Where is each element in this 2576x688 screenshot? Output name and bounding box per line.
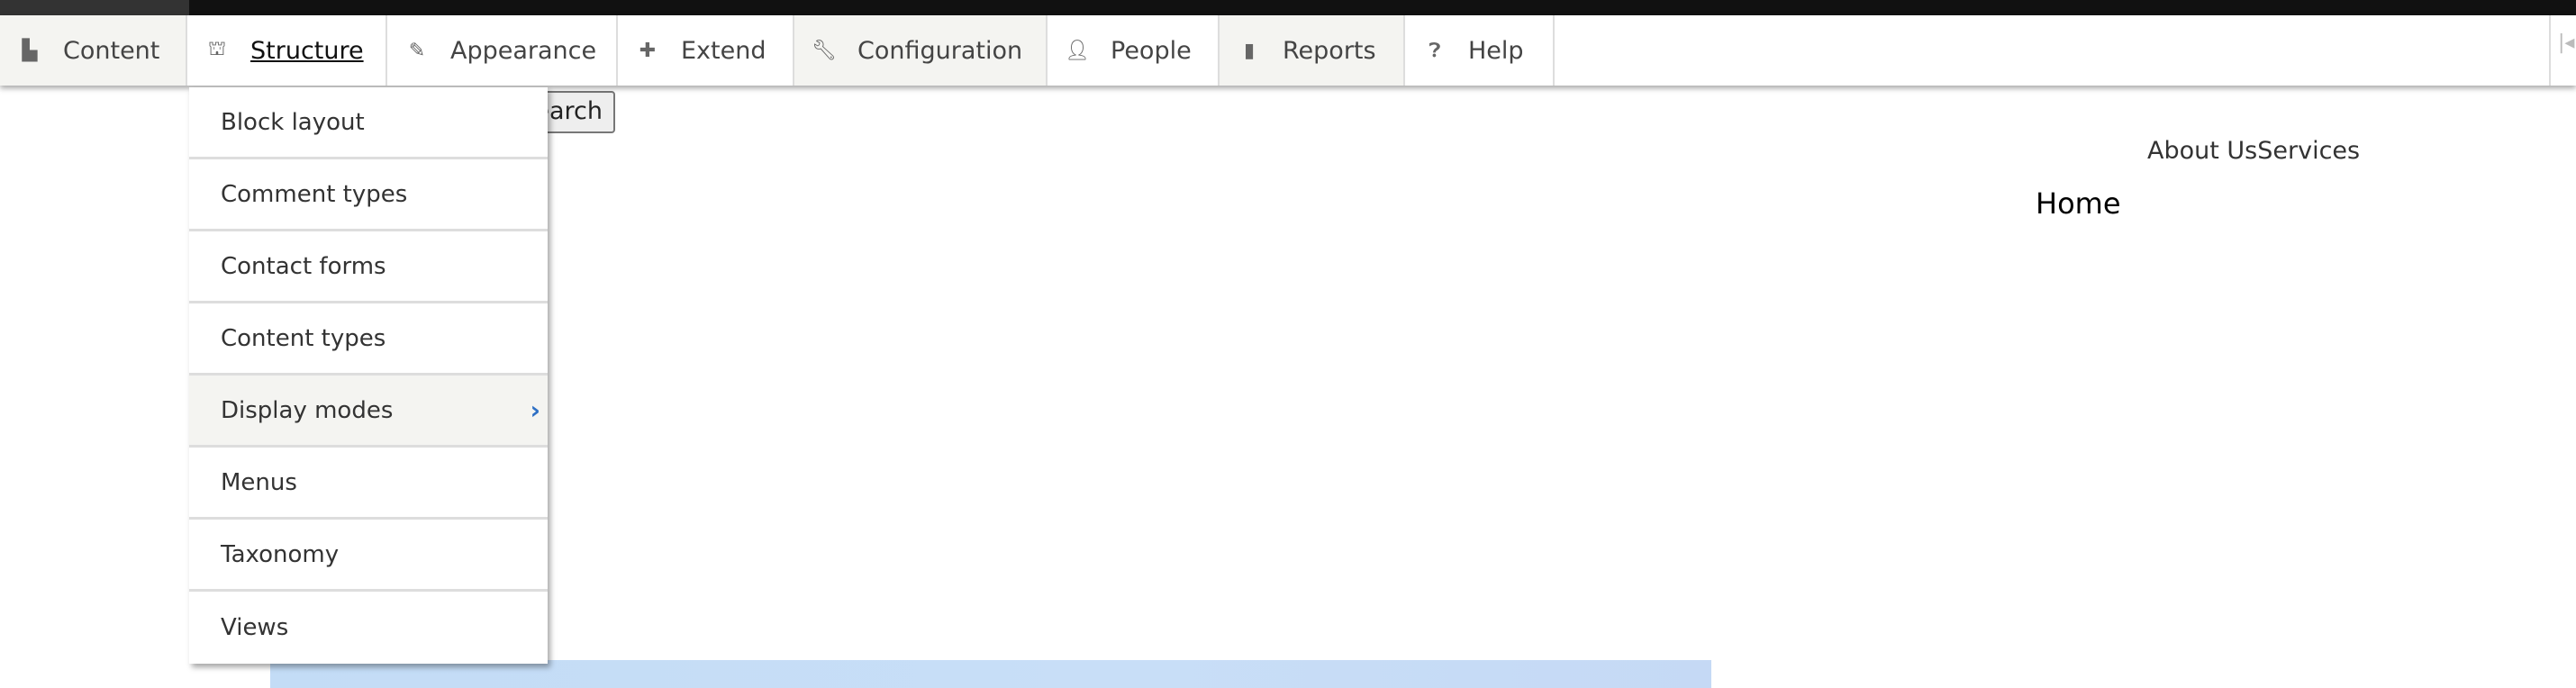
menu-item-taxonomy[interactable]: Taxonomy: [189, 520, 548, 592]
tab-people[interactable]: 👤︎ People: [1048, 15, 1220, 86]
menu-item-views[interactable]: Views: [189, 592, 548, 664]
hero-banner: [270, 660, 1711, 688]
site-nav-links[interactable]: About UsServices: [2147, 137, 2360, 165]
tab-help[interactable]: ❓︎ Help: [1405, 15, 1555, 86]
tab-extend[interactable]: ✚ Extend: [618, 15, 794, 86]
people-icon: 👤︎: [1065, 39, 1090, 62]
manage-tray-tab[interactable]: [0, 0, 189, 15]
menu-item-block-layout[interactable]: Block layout: [189, 87, 548, 159]
sitemap-icon: ⛫: [207, 38, 227, 60]
puzzle-icon: ✚: [639, 39, 657, 62]
tab-configuration[interactable]: 🔧︎ Configuration: [794, 15, 1048, 86]
bar-chart-icon: ▮: [1243, 39, 1256, 62]
tab-appearance[interactable]: ✎ Appearance: [387, 15, 618, 86]
structure-submenu: Block layout Comment types Contact forms…: [189, 87, 548, 664]
wrench-icon: 🔧︎: [812, 39, 837, 62]
admin-toolbar: ▙ Content ⛫ Structure ✎ Appearance ✚ Extend …: [0, 15, 2576, 86]
admin-topbar: [0, 0, 2576, 15]
tab-content[interactable]: ▙ Content: [0, 15, 187, 86]
toggle-orientation-icon: |◂: [2558, 32, 2575, 54]
menu-item-content-types[interactable]: Content types: [189, 303, 548, 376]
menu-item-contact-forms[interactable]: Contact forms: [189, 231, 548, 303]
file-icon: ▙: [22, 39, 38, 62]
chevron-right-icon: ›: [530, 395, 540, 425]
menu-item-display-modes[interactable]: Display modes ›: [189, 376, 548, 448]
help-icon: ❓︎: [1429, 39, 1441, 62]
tab-reports[interactable]: ▮ Reports: [1220, 15, 1405, 86]
home-link[interactable]: Home: [2036, 186, 2121, 221]
menu-item-comment-types[interactable]: Comment types: [189, 159, 548, 231]
tab-structure[interactable]: ⛫ Structure: [187, 15, 387, 86]
menu-item-menus[interactable]: Menus: [189, 448, 548, 520]
toolbar-orientation-toggle[interactable]: |◂: [2549, 15, 2576, 86]
paintbrush-icon: ✎: [408, 39, 426, 62]
